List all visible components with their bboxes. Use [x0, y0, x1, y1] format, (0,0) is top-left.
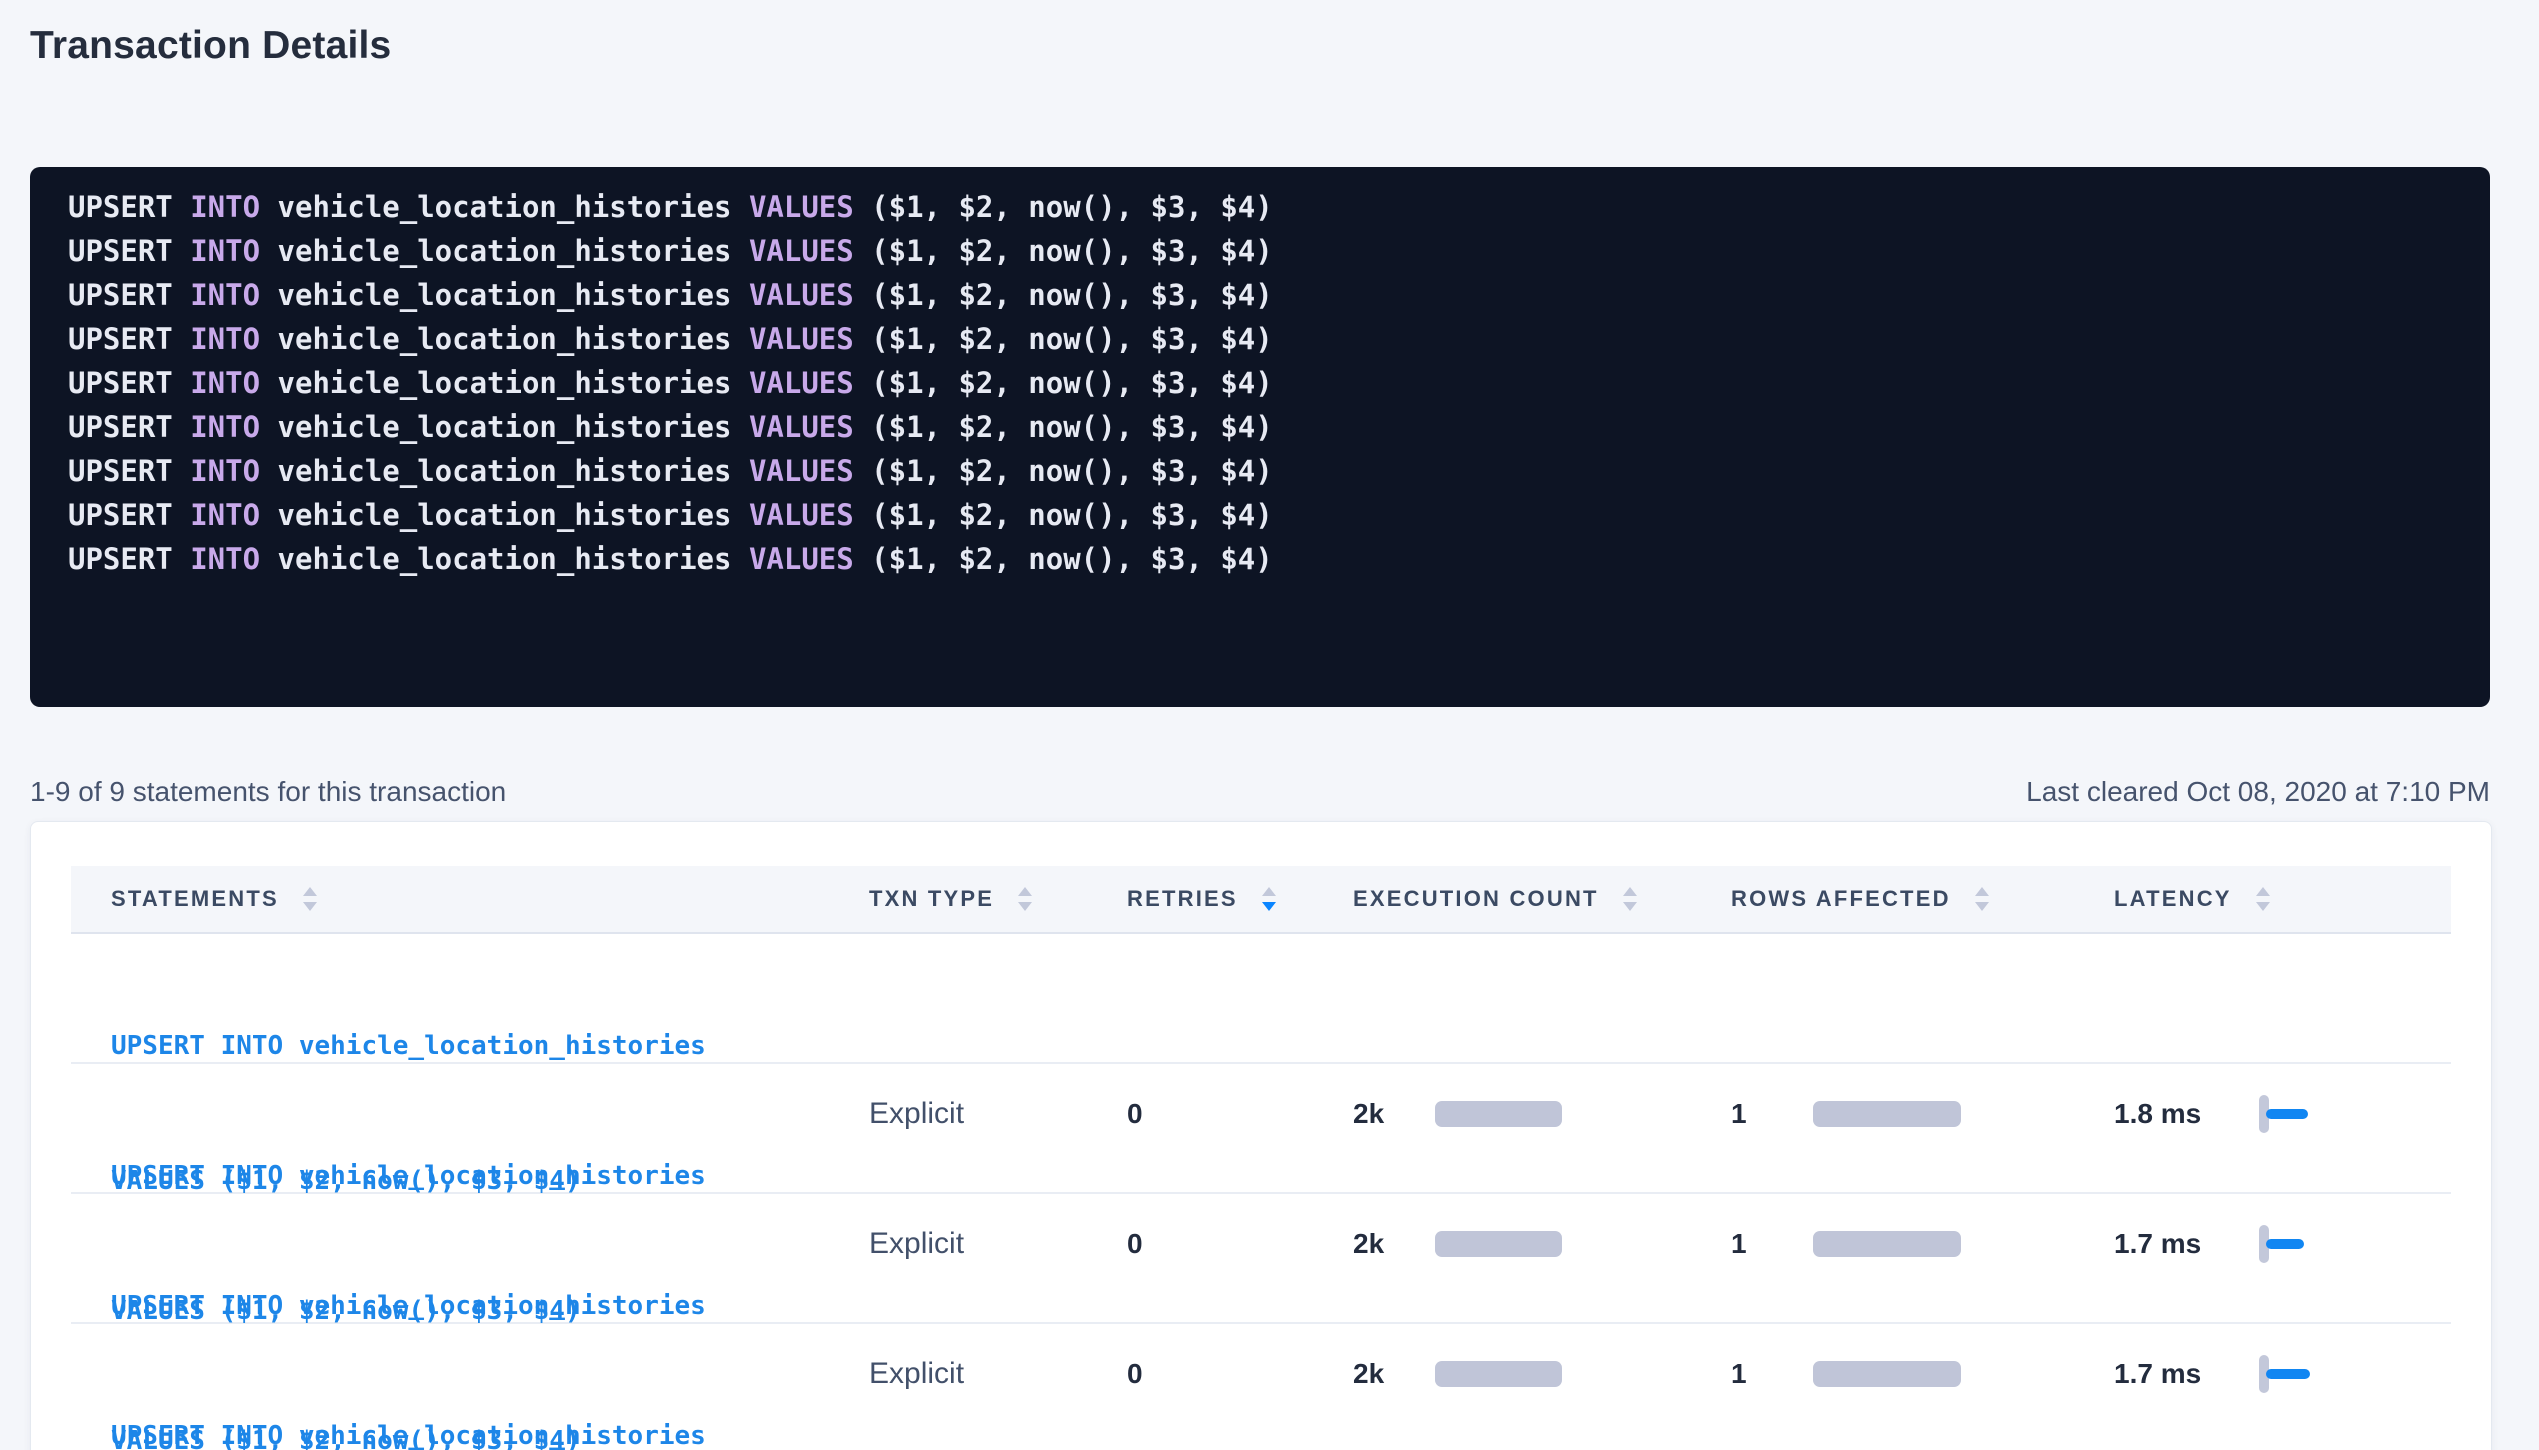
rows-affected-cell: 1	[1731, 1358, 2114, 1390]
sql-statement-list: UPSERT INTO vehicle_location_histories V…	[68, 185, 2460, 581]
latency-cell: 1.7 ms	[2114, 1355, 2452, 1393]
retries-cell: 0	[1119, 1098, 1353, 1130]
retries-cell: 0	[1119, 1358, 1353, 1390]
transaction-sql-box: UPSERT INTO vehicle_location_histories V…	[30, 167, 2490, 707]
sort-asc-icon[interactable]	[1975, 887, 1989, 896]
sql-statement-line: UPSERT INTO vehicle_location_histories V…	[68, 185, 2460, 229]
column-header-statements[interactable]: STATEMENTS	[71, 886, 869, 912]
retries-cell: 0	[1119, 1228, 1353, 1260]
column-header-retries[interactable]: RETRIES	[1119, 886, 1353, 912]
sort-arrows	[1975, 887, 1989, 911]
txn-type-cell: Explicit	[869, 1357, 1119, 1391]
execution-count-value: 2k	[1353, 1358, 1435, 1390]
statement-line-1: UPSERT INTO vehicle_location_histories	[111, 1024, 869, 1069]
rows-affected-bar	[1813, 1101, 1961, 1127]
rows-affected-cell: 1	[1731, 1098, 2114, 1130]
sort-arrows	[1262, 887, 1276, 911]
sort-asc-icon[interactable]	[1018, 887, 1032, 896]
column-header-txn-type[interactable]: TXN TYPE	[869, 886, 1119, 912]
column-label: STATEMENTS	[111, 886, 279, 912]
rows-affected-value: 1	[1731, 1098, 1813, 1130]
execution-count-cell: 2k	[1353, 1358, 1731, 1390]
sort-asc-icon[interactable]	[1262, 887, 1276, 896]
latency-bar	[2266, 1109, 2308, 1119]
table-header-row: STATEMENTS TXN TYPE RETRIES EXECUTION CO…	[71, 866, 2451, 934]
latency-value: 1.7 ms	[2114, 1358, 2259, 1390]
latency-value: 1.8 ms	[2114, 1098, 2259, 1130]
sort-desc-icon[interactable]	[303, 902, 317, 911]
statements-count-summary: 1-9 of 9 statements for this transaction	[30, 776, 506, 808]
column-label: RETRIES	[1127, 886, 1238, 912]
column-label: EXECUTION COUNT	[1353, 886, 1599, 912]
sort-desc-icon[interactable]	[1018, 902, 1032, 911]
latency-bar-chart-icon	[2259, 1095, 2308, 1133]
rows-affected-bar	[1813, 1231, 1961, 1257]
statement-line-1: UPSERT INTO vehicle_location_histories	[111, 1154, 869, 1199]
sql-statement-line: UPSERT INTO vehicle_location_histories V…	[68, 361, 2460, 405]
last-cleared-timestamp: Last cleared Oct 08, 2020 at 7:10 PM	[2026, 776, 2490, 808]
table-row: UPSERT INTO vehicle_location_histories V…	[71, 934, 2451, 1064]
sort-desc-icon[interactable]	[2256, 902, 2270, 911]
sort-asc-icon[interactable]	[2256, 887, 2270, 896]
rows-affected-value: 1	[1731, 1228, 1813, 1260]
column-header-latency[interactable]: LATENCY	[2114, 886, 2452, 912]
sql-statement-line: UPSERT INTO vehicle_location_histories V…	[68, 493, 2460, 537]
sort-desc-icon[interactable]	[1623, 902, 1637, 911]
statement-line-1: UPSERT INTO vehicle_location_histories	[111, 1284, 869, 1329]
execution-count-cell: 2k	[1353, 1228, 1731, 1260]
latency-value: 1.7 ms	[2114, 1228, 2259, 1260]
sort-asc-icon[interactable]	[303, 887, 317, 896]
column-label: ROWS AFFECTED	[1731, 886, 1951, 912]
transaction-details-page: { "page": { "title": "Transaction Detail…	[0, 0, 2539, 1450]
sort-desc-active-icon[interactable]	[1262, 902, 1276, 911]
execution-count-value: 2k	[1353, 1228, 1435, 1260]
latency-cell: 1.8 ms	[2114, 1095, 2452, 1133]
sort-asc-icon[interactable]	[1623, 887, 1637, 896]
column-label: TXN TYPE	[869, 886, 994, 912]
execution-count-value: 2k	[1353, 1098, 1435, 1130]
sql-statement-line: UPSERT INTO vehicle_location_histories V…	[68, 405, 2460, 449]
execution-count-bar	[1435, 1231, 1562, 1257]
latency-bar	[2266, 1239, 2304, 1249]
statement-link[interactable]: UPSERT INTO vehicle_location_histories V…	[111, 1324, 869, 1450]
latency-bar-chart-icon	[2259, 1355, 2310, 1393]
sql-statement-line: UPSERT INTO vehicle_location_histories V…	[68, 537, 2460, 581]
sort-arrows	[303, 887, 317, 911]
page-title: Transaction Details	[30, 24, 391, 68]
sql-statement-line: UPSERT INTO vehicle_location_histories V…	[68, 229, 2460, 273]
txn-type-cell: Explicit	[869, 1097, 1119, 1131]
sort-desc-icon[interactable]	[1975, 902, 1989, 911]
latency-bar	[2266, 1369, 2310, 1379]
sql-statement-line: UPSERT INTO vehicle_location_histories V…	[68, 449, 2460, 493]
sql-statement-line: UPSERT INTO vehicle_location_histories V…	[68, 273, 2460, 317]
rows-affected-bar	[1813, 1361, 1961, 1387]
rows-affected-cell: 1	[1731, 1228, 2114, 1260]
statements-summary-bar: 1-9 of 9 statements for this transaction…	[30, 772, 2490, 812]
sort-arrows	[1018, 887, 1032, 911]
rows-affected-value: 1	[1731, 1358, 1813, 1390]
execution-count-cell: 2k	[1353, 1098, 1731, 1130]
statement-line-1: UPSERT INTO vehicle_location_histories	[111, 1414, 869, 1450]
sort-arrows	[1623, 887, 1637, 911]
statement-cell: UPSERT INTO vehicle_location_histories V…	[71, 1324, 869, 1450]
statements-table-card: STATEMENTS TXN TYPE RETRIES EXECUTION CO…	[30, 821, 2492, 1450]
sql-statement-line: UPSERT INTO vehicle_location_histories V…	[68, 317, 2460, 361]
column-header-execution-count[interactable]: EXECUTION COUNT	[1353, 886, 1731, 912]
txn-type-cell: Explicit	[869, 1227, 1119, 1261]
table-body: UPSERT INTO vehicle_location_histories V…	[71, 934, 2451, 1450]
latency-cell: 1.7 ms	[2114, 1225, 2452, 1263]
execution-count-bar	[1435, 1361, 1562, 1387]
column-header-rows-affected[interactable]: ROWS AFFECTED	[1731, 886, 2114, 912]
latency-bar-chart-icon	[2259, 1225, 2304, 1263]
sort-arrows	[2256, 887, 2270, 911]
execution-count-bar	[1435, 1101, 1562, 1127]
column-label: LATENCY	[2114, 886, 2232, 912]
